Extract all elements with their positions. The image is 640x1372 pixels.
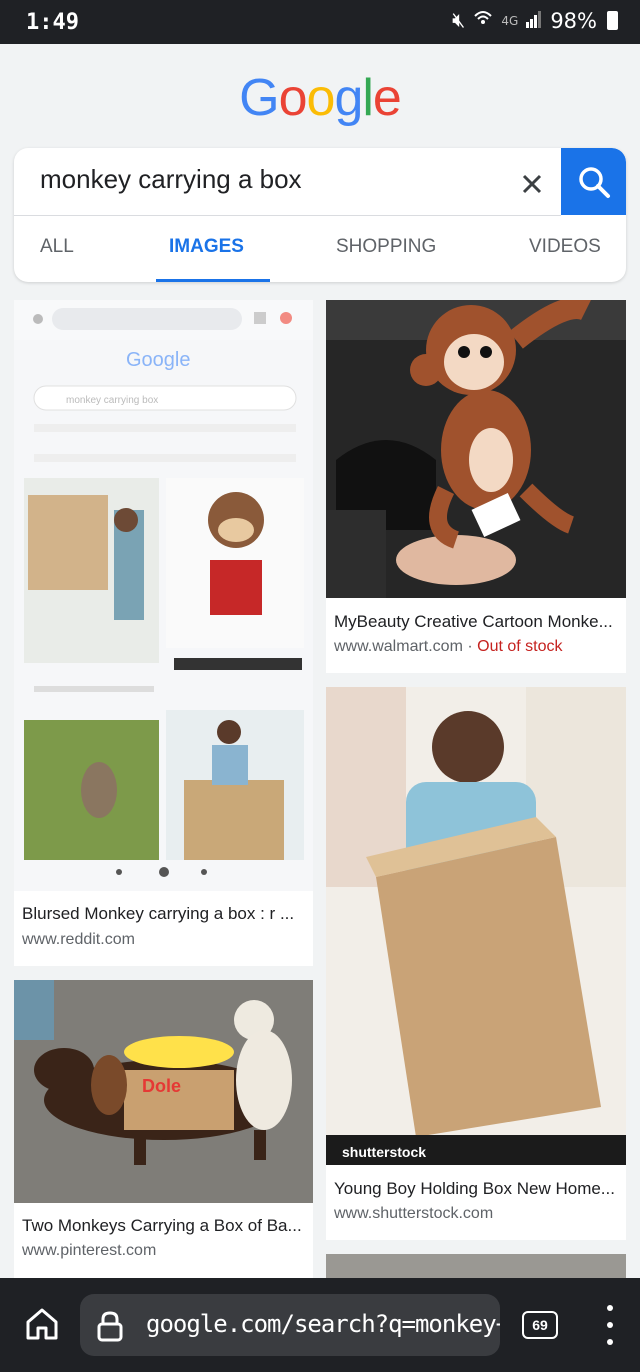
image-result-shutterstock[interactable]: shutterstock Young Boy Holding Box New H… [326,687,626,1240]
logo-letter: o [278,69,308,127]
battery-icon [607,11,618,30]
tab-all[interactable]: ALL [40,236,74,258]
signal-icon [526,9,542,33]
image-result-walmart[interactable]: MyBeauty Creative Cartoon Monke... www.w… [326,300,626,673]
mute-icon: 🔇︎ [452,8,466,32]
svg-text:Dole: Dole [142,1076,181,1096]
result-title[interactable]: Two Monkeys Carrying a Box of Ba... [22,1216,302,1236]
address-bar[interactable]: google.com/search?q=monkey+c [80,1294,500,1356]
home-button[interactable] [22,1304,62,1344]
tab-switcher-button[interactable]: 69 [522,1311,558,1339]
result-image-plush-monkey[interactable] [326,300,626,598]
result-image-dog-monkeys[interactable]: Dole [14,980,313,1203]
result-title[interactable]: Young Boy Holding Box New Home... [334,1179,615,1199]
status-time: 1:49 [26,10,79,35]
menu-dot-icon [607,1339,613,1345]
google-logo[interactable]: Google [0,68,640,128]
logo-letter: G [239,69,279,127]
search-input[interactable]: monkey carrying a box [40,164,302,195]
tab-shopping[interactable]: SHOPPING [336,236,436,258]
svg-text:shutterstock: shutterstock [342,1144,426,1160]
wifi-icon [473,8,493,33]
battery-percent: 98% [550,8,597,33]
network-type: 4G [501,13,519,28]
overflow-menu-button[interactable] [598,1305,622,1345]
result-title[interactable]: Blursed Monkey carrying a box : r ... [22,904,294,924]
result-title[interactable]: MyBeauty Creative Cartoon Monke... [334,612,613,632]
clear-search-button[interactable] [512,162,552,206]
menu-dot-icon [607,1322,613,1328]
status-icons: 🔇︎ 4G 98% [452,8,618,33]
image-result-partial[interactable] [326,1254,626,1278]
search-tabs: ALL IMAGES SHOPPING VIDEOS [14,216,626,282]
active-tab-indicator [156,279,270,282]
image-result-reddit[interactable]: Google monkey carrying box Blursed Monke… [14,300,313,966]
search-button[interactable] [561,148,626,215]
status-bar: 1:49 🔇︎ 4G 98% [0,0,640,44]
home-icon [26,1308,58,1340]
result-image-search-screenshot[interactable]: Google monkey carrying box [14,300,313,891]
search-card: monkey carrying a box ALL IMAGES SHOPPIN… [14,148,626,282]
browser-bottom-bar: google.com/search?q=monkey+c 69 [0,1278,640,1372]
result-source[interactable]: www.walmart.com · Out of stock [334,638,563,656]
tab-videos[interactable]: VIDEOS [529,236,601,258]
menu-dot-icon [607,1305,613,1311]
svg-text:Google: Google [126,349,191,371]
logo-letter: e [372,69,402,127]
image-result-pinterest[interactable]: Dole Two Monkeys Carrying a Box of Ba...… [14,980,313,1278]
close-icon [522,174,542,194]
search-icon [578,166,610,198]
result-image-boy-with-box[interactable]: shutterstock [326,687,626,1165]
result-source[interactable]: www.pinterest.com [22,1242,156,1260]
logo-letter: l [362,69,374,127]
logo-letter: g [334,69,363,127]
result-source[interactable]: www.reddit.com [22,931,135,949]
lock-icon [96,1310,124,1347]
url-text[interactable]: google.com/search?q=monkey+c [146,1310,500,1338]
svg-text:monkey carrying box: monkey carrying box [66,395,158,406]
logo-letter: o [306,69,336,127]
out-of-stock-badge: Out of stock [477,638,563,655]
result-source[interactable]: www.shutterstock.com [334,1205,493,1223]
tab-images[interactable]: IMAGES [169,236,244,258]
